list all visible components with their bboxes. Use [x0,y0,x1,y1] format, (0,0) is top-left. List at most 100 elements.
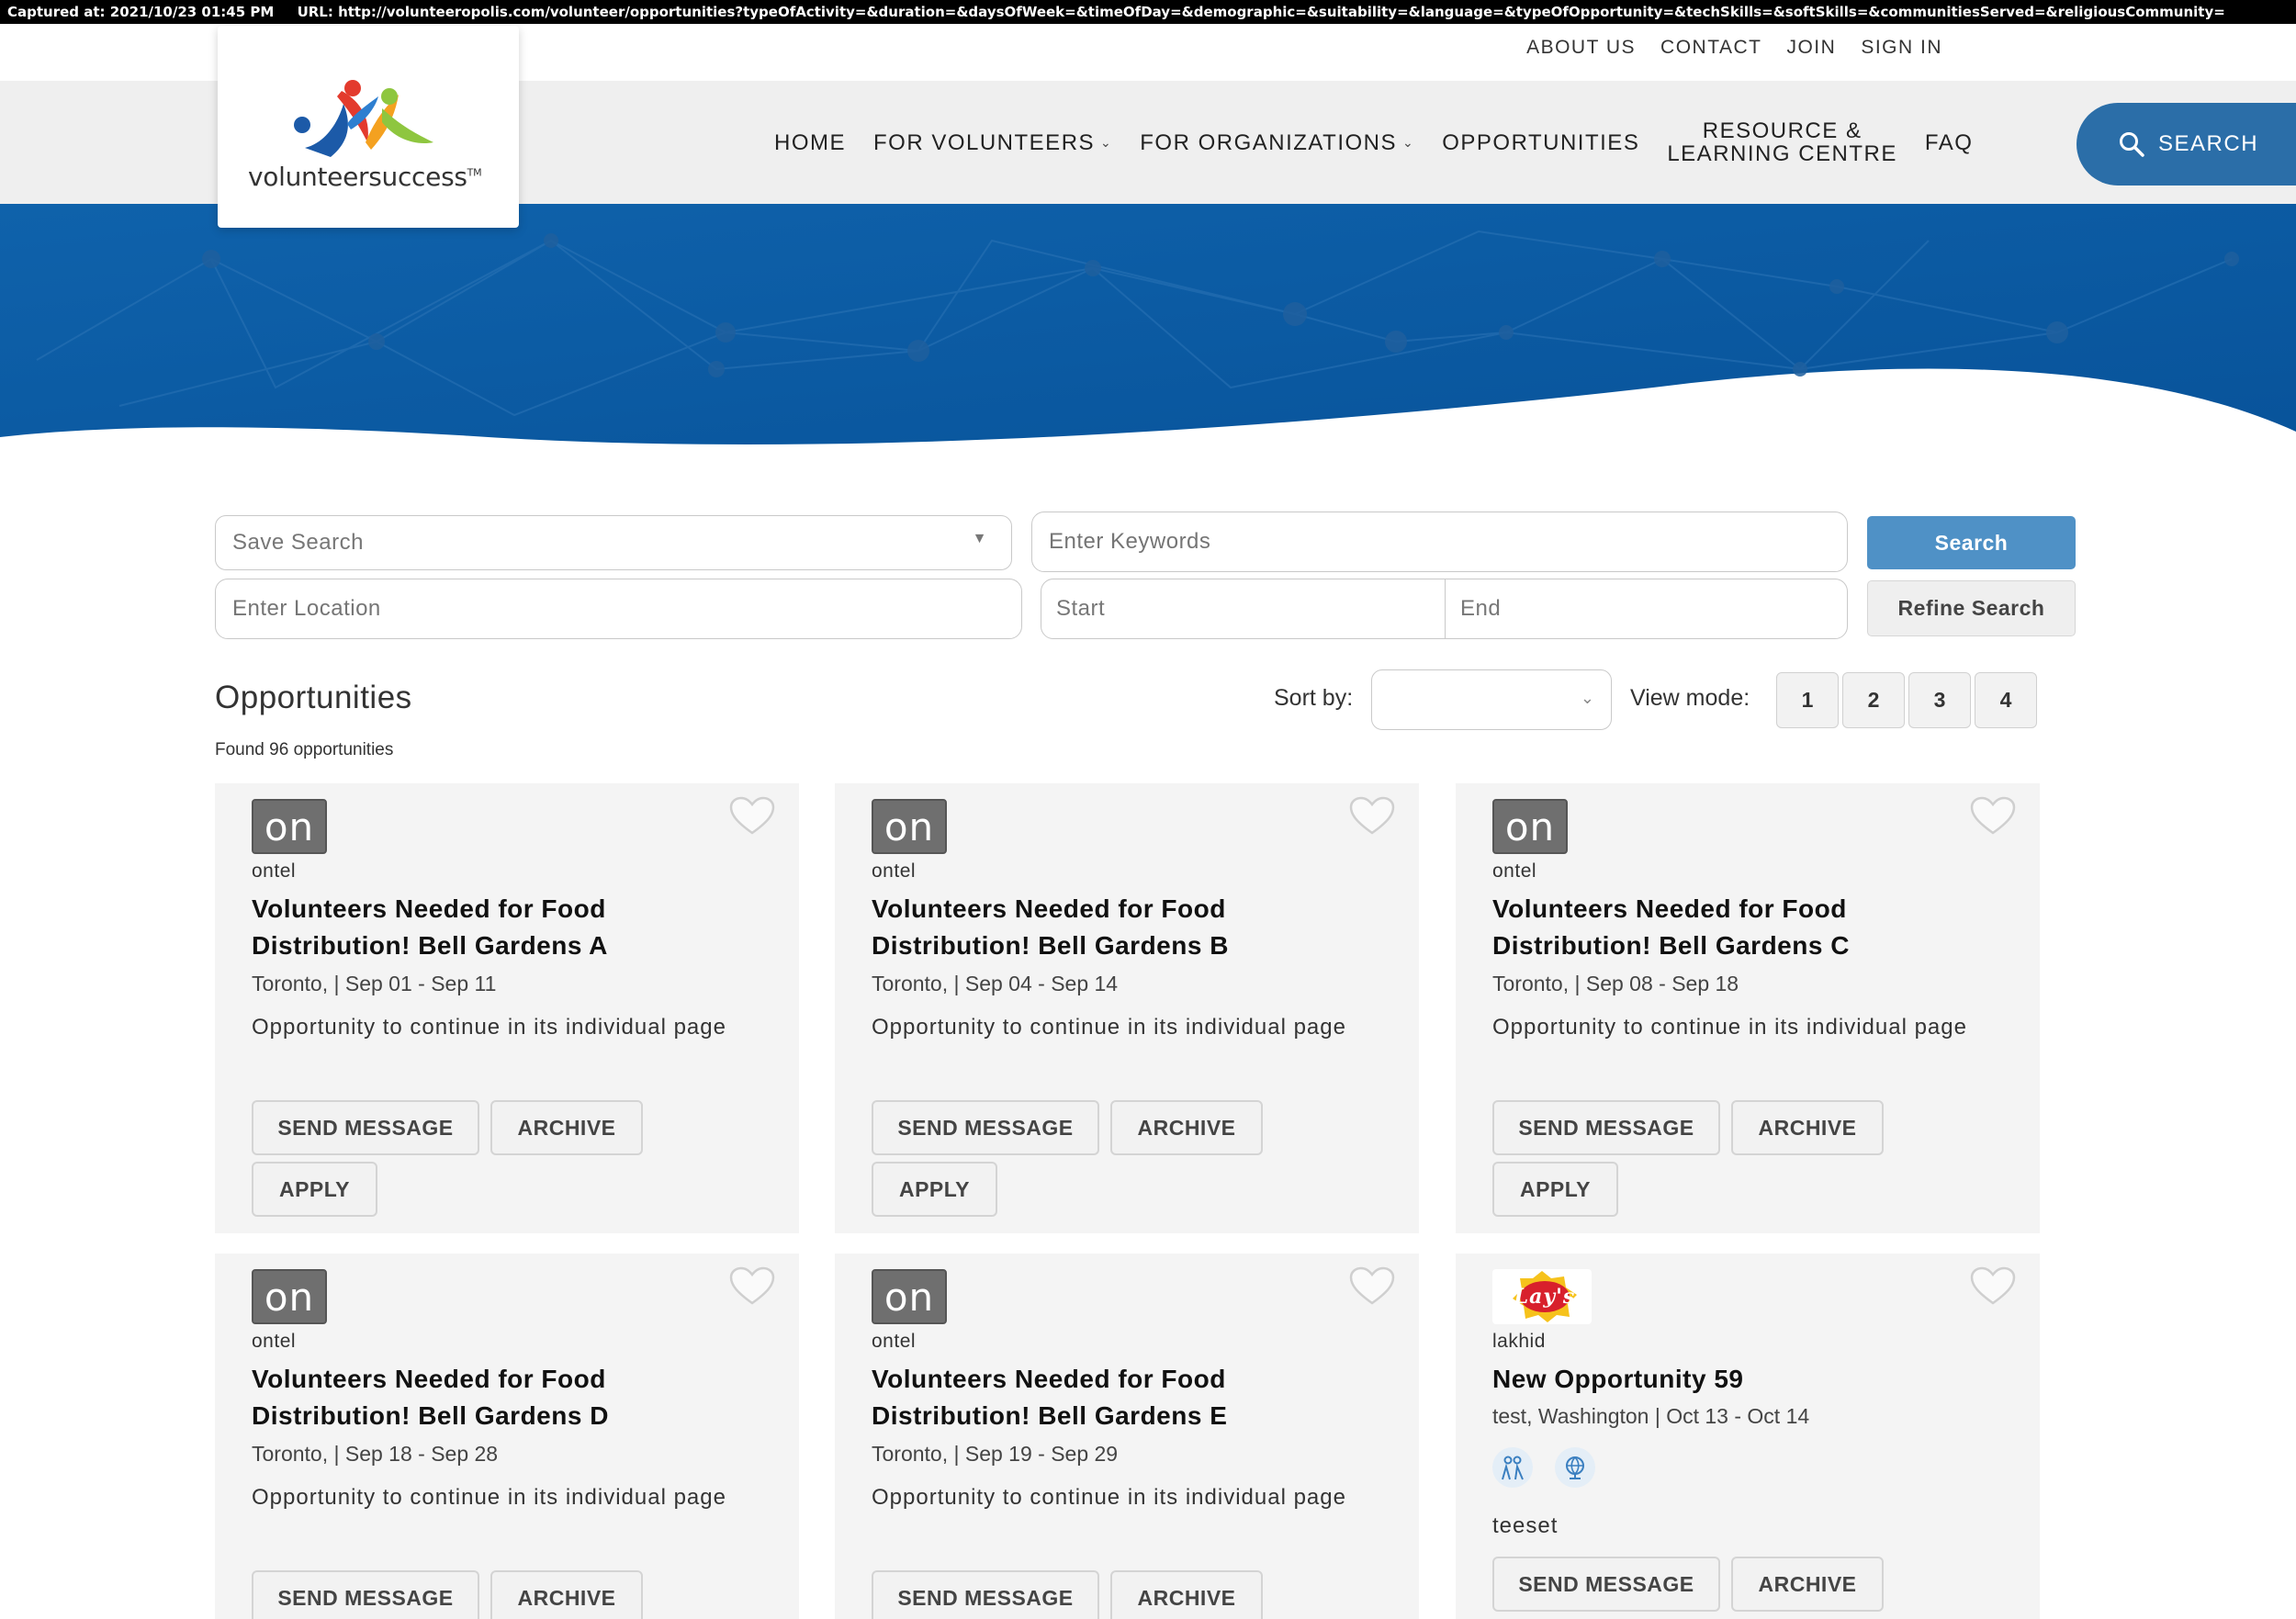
nav-home[interactable]: HOME [774,131,846,154]
organization-name: ontel [872,860,917,882]
send-message-button[interactable]: SEND MESSAGE [872,1100,1099,1155]
opportunity-card[interactable]: on ontel Volunteers Needed for Food Dist… [835,1254,1419,1619]
contact-link[interactable]: CONTACT [1660,37,1761,59]
location-input[interactable] [215,579,1022,639]
view-mode-4-button[interactable]: 4 [1975,672,2037,728]
archive-button[interactable]: ARCHIVE [1110,1570,1263,1619]
archive-button[interactable]: ARCHIVE [1731,1100,1884,1155]
opportunity-description: teeset [1492,1513,1559,1538]
favorite-heart-icon[interactable] [1970,1266,2016,1307]
organization-logo: on [252,1269,327,1324]
favorite-heart-icon[interactable] [1349,1266,1395,1307]
opportunity-location-dates: Toronto, | Sep 19 - Sep 29 [872,1442,1119,1466]
archive-button[interactable]: ARCHIVE [490,1100,643,1155]
refine-search-button[interactable]: Refine Search [1867,580,2076,636]
organization-logo: Lay's [1492,1269,1592,1324]
send-message-button[interactable]: SEND MESSAGE [252,1570,479,1619]
favorite-heart-icon[interactable] [729,1266,775,1307]
archive-button[interactable]: ARCHIVE [490,1570,643,1619]
opportunities-heading: Opportunities [215,680,412,715]
opportunity-card[interactable]: on ontel Volunteers Needed for Food Dist… [1456,783,2040,1233]
send-message-button[interactable]: SEND MESSAGE [1492,1557,1720,1612]
nav-for-volunteers[interactable]: FOR VOLUNTEERS ⌄ [873,131,1112,154]
join-link[interactable]: JOIN [1786,37,1836,59]
nav-resource-label-line2: LEARNING CENTRE [1667,141,1897,166]
favorite-heart-icon[interactable] [1970,796,2016,837]
archive-button[interactable]: ARCHIVE [1110,1100,1263,1155]
organization-name: ontel [252,860,297,882]
opportunity-title[interactable]: Volunteers Needed for Food Distribution!… [872,891,1367,964]
opportunity-category-icons [1492,1447,1595,1488]
send-message-button[interactable]: SEND MESSAGE [1492,1100,1720,1155]
opportunity-location-dates: Toronto, | Sep 04 - Sep 14 [872,972,1119,995]
opportunity-title[interactable]: New Opportunity 59 [1492,1361,1988,1398]
archive-button[interactable]: ARCHIVE [1731,1557,1884,1612]
end-date-placeholder: End [1460,596,1502,621]
globe-icon [1555,1447,1595,1488]
nav-for-organizations[interactable]: FOR ORGANIZATIONS ⌄ [1140,131,1414,154]
opportunity-card[interactable]: on ontel Volunteers Needed for Food Dist… [215,783,799,1233]
opportunity-location-dates: Toronto, | Sep 18 - Sep 28 [252,1442,499,1466]
opportunity-location-dates: Toronto, | Sep 01 - Sep 11 [252,972,497,995]
site-logo[interactable]: volunteersuccessTM [218,26,519,228]
organization-logo: on [872,799,947,854]
nav-for-volunteers-label: FOR VOLUNTEERS [873,129,1096,155]
sign-in-link[interactable]: SIGN IN [1861,37,1942,59]
nav-resource-learning-centre[interactable]: RESOURCE & LEARNING CENTRE [1667,119,1897,165]
logo-wordmark-text: volunteersuccess [248,162,467,192]
end-date-input[interactable]: End [1446,579,1847,638]
opportunity-location-dates: test, Washington | Oct 13 - Oct 14 [1492,1404,1810,1428]
organization-logo: on [1492,799,1568,854]
keywords-input[interactable] [1031,512,1848,572]
nav-faq-label: FAQ [1924,129,1974,155]
opportunity-location-dates: Toronto, | Sep 08 - Sep 18 [1492,972,1739,995]
apply-button[interactable]: APPLY [1492,1162,1618,1217]
nav-opportunities[interactable]: OPPORTUNITIES [1442,131,1639,154]
favorite-heart-icon[interactable] [1349,796,1395,837]
opportunity-title[interactable]: Volunteers Needed for Food Distribution!… [252,891,748,964]
favorite-heart-icon[interactable] [729,796,775,837]
nav-opportunities-label: OPPORTUNITIES [1442,129,1640,155]
results-count: Found 96 opportunities [215,740,394,759]
opportunity-description: Opportunity to continue in its individua… [252,1485,726,1510]
hero-banner [0,204,2296,516]
main-nav: HOME FOR VOLUNTEERS ⌄ FOR ORGANIZATIONS ⌄ … [774,81,1973,204]
opportunity-card[interactable]: on ontel Volunteers Needed for Food Dist… [835,783,1419,1233]
nav-home-label: HOME [774,129,846,155]
logo-trademark: TM [467,166,482,179]
save-search-placeholder: Save Search [232,530,364,555]
search-icon [2120,132,2144,157]
opportunity-title[interactable]: Volunteers Needed for Food Distribution!… [872,1361,1367,1434]
date-range-field: Start End [1041,579,1848,639]
caret-down-icon: ▼ [972,531,987,546]
view-mode-2-button[interactable]: 2 [1842,672,1905,728]
send-message-button[interactable]: SEND MESSAGE [872,1570,1099,1619]
header-search-button[interactable]: SEARCH [2077,103,2296,186]
start-date-input[interactable]: Start [1041,579,1446,638]
save-search-select[interactable]: Save Search ▼ [215,515,1012,570]
about-us-link[interactable]: ABOUT US [1526,37,1636,59]
organization-name: ontel [1492,860,1537,882]
send-message-button[interactable]: SEND MESSAGE [252,1100,479,1155]
utility-links: ABOUT US CONTACT JOIN SIGN IN [1526,37,1942,59]
start-date-placeholder: Start [1056,596,1106,621]
nav-for-organizations-label: FOR ORGANIZATIONS [1140,129,1397,155]
apply-button[interactable]: APPLY [252,1162,377,1217]
opportunity-description: Opportunity to continue in its individua… [872,1485,1346,1510]
view-mode-label: View mode: [1630,685,1750,711]
nav-faq[interactable]: FAQ [1925,131,1974,154]
chevron-down-icon: ⌄ [1402,134,1415,150]
opportunity-description: Opportunity to continue in its individua… [252,1015,726,1040]
sort-select[interactable]: ⌄ [1371,669,1612,730]
opportunity-title[interactable]: Volunteers Needed for Food Distribution!… [252,1361,748,1434]
view-mode-3-button[interactable]: 3 [1908,672,1971,728]
opportunity-card[interactable]: on ontel Volunteers Needed for Food Dist… [215,1254,799,1619]
search-button[interactable]: Search [1867,516,2076,569]
opportunity-card[interactable]: Lay's lakhid New Opportunity 59 test, Wa… [1456,1254,2040,1619]
apply-button[interactable]: APPLY [872,1162,997,1217]
organization-logo: on [252,799,327,854]
logo-wordmark: volunteersuccessTM [248,162,482,192]
view-mode-1-button[interactable]: 1 [1776,672,1839,728]
opportunity-title[interactable]: Volunteers Needed for Food Distribution!… [1492,891,1988,964]
chevron-down-icon: ⌄ [1100,134,1113,150]
